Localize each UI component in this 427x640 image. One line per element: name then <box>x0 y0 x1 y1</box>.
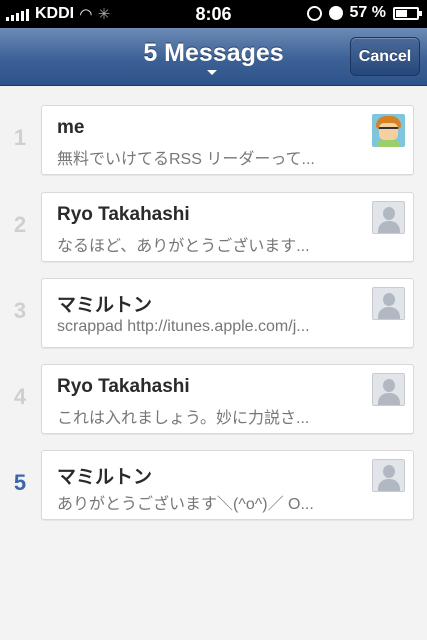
message-index: 4 <box>13 384 27 409</box>
message-sender: マミルトン <box>57 467 153 488</box>
message-sender: Ryo Takahashi <box>57 376 190 397</box>
message-index: 3 <box>13 298 27 323</box>
message-card[interactable]: Ryo Takahashi これは入れましょう。妙に力説さ... <box>41 364 414 434</box>
message-index: 2 <box>13 212 27 237</box>
message-preview: ありがとうございます＼(^o^)／ O... <box>57 496 314 513</box>
message-card[interactable]: マミルトン ありがとうございます＼(^o^)／ O... <box>41 450 414 520</box>
placeholder-avatar-icon <box>372 201 405 234</box>
message-row[interactable]: 2 Ryo Takahashi なるほど、ありがとうございます... <box>0 192 427 262</box>
message-index: 1 <box>13 125 27 150</box>
message-preview: scrappad http://itunes.apple.com/j... <box>57 318 310 335</box>
rotation-lock-icon <box>306 5 322 21</box>
cancel-button[interactable]: Cancel <box>350 37 420 76</box>
message-preview: なるほど、ありがとうございます... <box>57 238 310 255</box>
message-row[interactable]: 1 me 無料でいけてるRSS リーダーって... <box>0 105 427 175</box>
message-preview: 無料でいけてるRSS リーダーって... <box>57 151 315 168</box>
message-card[interactable]: マミルトン scrappad http://itunes.apple.com/j… <box>41 278 414 348</box>
alarm-icon <box>328 6 343 20</box>
battery-percent: 57 % <box>349 4 386 21</box>
status-bar-right: 57 % <box>306 4 422 22</box>
placeholder-avatar-icon <box>372 373 405 406</box>
message-row[interactable]: 3 マミルトン scrappad http://itunes.apple.com… <box>0 278 427 348</box>
message-card[interactable]: me 無料でいけてるRSS リーダーって... <box>41 105 414 175</box>
placeholder-avatar-icon <box>372 459 405 492</box>
me-avatar-icon <box>372 114 405 147</box>
message-sender: Ryo Takahashi <box>57 204 190 225</box>
message-preview: これは入れましょう。妙に力説さ... <box>57 410 310 427</box>
battery-icon <box>393 6 422 20</box>
navigation-bar: 5 Messages Cancel <box>0 28 427 86</box>
message-sender: マミルトン <box>57 295 153 316</box>
message-row[interactable]: 4 Ryo Takahashi これは入れましょう。妙に力説さ... <box>0 364 427 434</box>
message-sender: me <box>57 117 85 138</box>
status-bar: KDDI ◠ ✳ 8:06 57 % <box>0 0 427 28</box>
caret-down-icon <box>207 70 217 75</box>
battery-fill <box>396 9 407 17</box>
message-index-current: 5 <box>13 470 27 495</box>
placeholder-avatar-icon <box>372 287 405 320</box>
message-row[interactable]: 5 マミルトン ありがとうございます＼(^o^)／ O... <box>0 450 427 520</box>
message-card[interactable]: Ryo Takahashi なるほど、ありがとうございます... <box>41 192 414 262</box>
